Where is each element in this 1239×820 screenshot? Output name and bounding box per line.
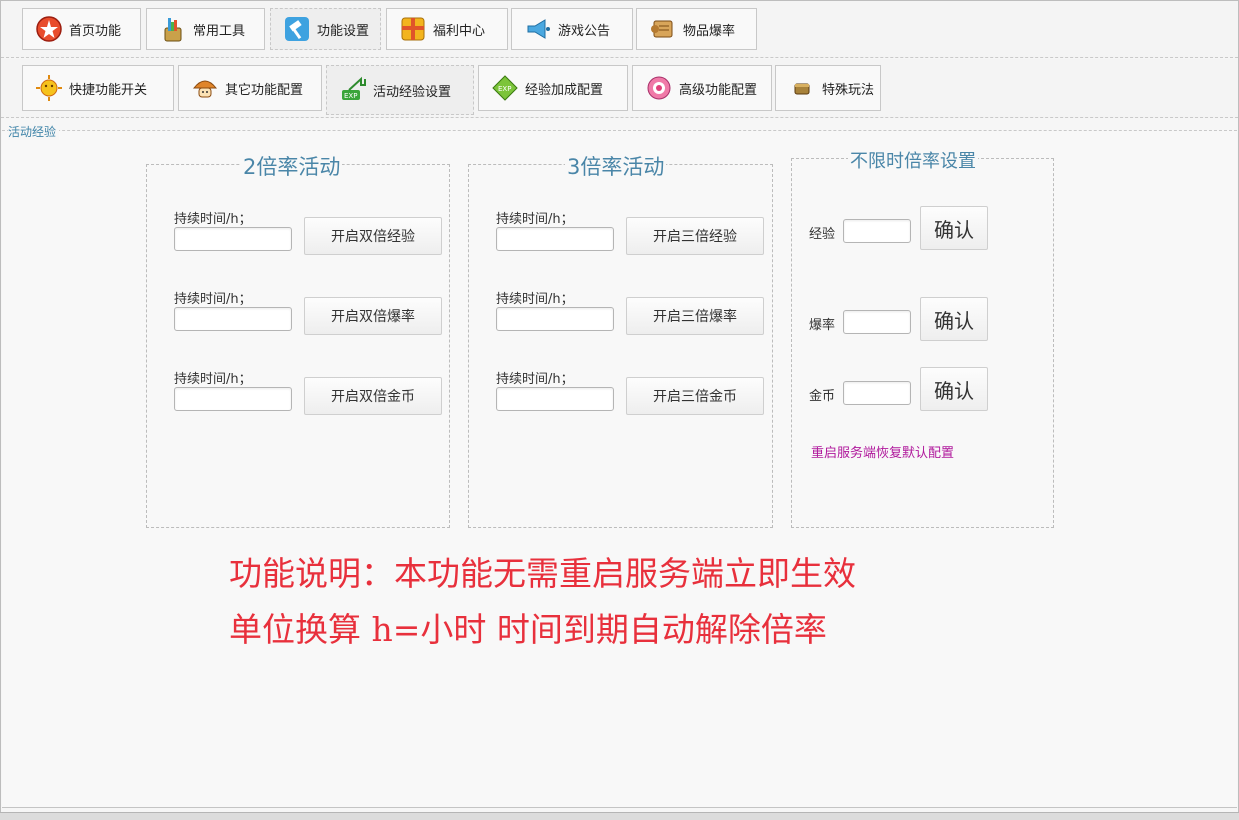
svg-text:EXP: EXP — [344, 92, 357, 100]
reset-default-note: 重启服务端恢复默认配置 — [811, 446, 955, 461]
triple-drop-duration-input[interactable] — [496, 307, 614, 331]
subtab-advanced[interactable]: 高级功能配置 — [632, 65, 772, 111]
sun-icon — [35, 74, 63, 102]
activity-exp-section: 2倍率活动 持续时间/h； 开启双倍经验 持续时间/h； 开启双倍爆率 持续时间… — [2, 130, 1237, 808]
duration-label: 持续时间/h； — [496, 212, 574, 227]
exp-arrow-icon: EXP — [339, 76, 367, 104]
duration-label: 持续时间/h； — [174, 372, 252, 387]
tab-label: 常用工具 — [193, 23, 246, 39]
top-tab-bar: 首页功能 常用工具 功能设置 福利中心 游戏公告 物品爆率 — [1, 1, 1238, 58]
gift-box-icon — [399, 15, 427, 43]
function-note: 功能说明：本功能无需重启服务端立即生效 — [229, 554, 856, 593]
confirm-drop-button[interactable]: 确认 — [920, 297, 988, 341]
tab-announcement[interactable]: 游戏公告 — [511, 8, 633, 50]
section-title: 活动经验 — [8, 123, 60, 140]
tab-settings[interactable]: 功能设置 — [270, 8, 381, 50]
duration-label: 持续时间/h； — [496, 372, 574, 387]
subtab-exp-bonus[interactable]: EXP 经验加成配置 — [478, 65, 628, 111]
exp-diamond-icon: EXP — [491, 74, 519, 102]
tab-label: 经验加成配置 — [525, 82, 604, 98]
panel-double-rate: 2倍率活动 持续时间/h； 开启双倍经验 持续时间/h； 开启双倍爆率 持续时间… — [146, 151, 450, 528]
triple-exp-button[interactable]: 开启三倍经验 — [626, 217, 764, 255]
exp-label: 经验 — [809, 227, 836, 242]
megaphone-icon — [524, 15, 552, 43]
panel-title: 2倍率活动 — [241, 151, 343, 181]
svg-text:EXP: EXP — [498, 85, 511, 93]
treasure-icon — [788, 74, 816, 102]
drop-rate-input[interactable] — [843, 310, 911, 334]
double-gold-button[interactable]: 开启双倍金币 — [304, 377, 442, 415]
confirm-exp-button[interactable]: 确认 — [920, 206, 988, 250]
triple-gold-duration-input[interactable] — [496, 387, 614, 411]
subtab-other-config[interactable]: 其它功能配置 — [178, 65, 322, 111]
tab-welfare[interactable]: 福利中心 — [386, 8, 508, 50]
triple-gold-button[interactable]: 开启三倍金币 — [626, 377, 764, 415]
tab-label: 其它功能配置 — [225, 82, 304, 98]
double-exp-duration-input[interactable] — [174, 227, 292, 251]
red-star-icon — [35, 15, 63, 43]
triple-drop-button[interactable]: 开启三倍爆率 — [626, 297, 764, 335]
hammer-icon — [283, 15, 311, 43]
panel-title: 不限时倍率设置 — [848, 147, 978, 173]
app-window: 首页功能 常用工具 功能设置 福利中心 游戏公告 物品爆率 快捷功能开关 其它功… — [0, 0, 1239, 813]
sub-tab-bar: 快捷功能开关 其它功能配置 EXP 活动经验设置 EXP 经验加成配置 高级功能… — [1, 59, 1238, 118]
tab-label: 福利中心 — [433, 23, 486, 39]
double-drop-duration-input[interactable] — [174, 307, 292, 331]
tab-label: 功能设置 — [317, 23, 370, 39]
tab-label: 高级功能配置 — [679, 82, 758, 98]
unit-note: 单位换算 h=小时 时间到期自动解除倍率 — [229, 610, 827, 649]
tab-tools[interactable]: 常用工具 — [146, 8, 265, 50]
pink-badge-icon — [645, 74, 673, 102]
tab-label: 特殊玩法 — [822, 82, 875, 98]
tab-label: 活动经验设置 — [373, 84, 452, 100]
double-gold-duration-input[interactable] — [174, 387, 292, 411]
exp-rate-input[interactable] — [843, 219, 911, 243]
gold-label: 金币 — [809, 389, 836, 404]
subtab-special[interactable]: 特殊玩法 — [775, 65, 881, 111]
duration-label: 持续时间/h； — [496, 292, 574, 307]
mushroom-icon — [191, 74, 219, 102]
panel-unlimited-rate: 不限时倍率设置 经验 确认 爆率 确认 金币 确认 重启服务端恢复默认配置 — [791, 147, 1054, 528]
duration-label: 持续时间/h； — [174, 212, 252, 227]
confirm-gold-button[interactable]: 确认 — [920, 367, 988, 411]
subtab-quick-switch[interactable]: 快捷功能开关 — [22, 65, 174, 111]
tab-label: 游戏公告 — [558, 23, 611, 39]
tab-label: 快捷功能开关 — [69, 82, 148, 98]
tab-home[interactable]: 首页功能 — [22, 8, 141, 50]
tab-label: 物品爆率 — [683, 23, 736, 39]
scroll-icon — [649, 15, 677, 43]
gold-rate-input[interactable] — [843, 381, 911, 405]
duration-label: 持续时间/h； — [174, 292, 252, 307]
tools-icon — [159, 15, 187, 43]
double-drop-button[interactable]: 开启双倍爆率 — [304, 297, 442, 335]
drop-label: 爆率 — [809, 318, 836, 333]
double-exp-button[interactable]: 开启双倍经验 — [304, 217, 442, 255]
tab-label: 首页功能 — [69, 23, 122, 39]
triple-exp-duration-input[interactable] — [496, 227, 614, 251]
panel-triple-rate: 3倍率活动 持续时间/h； 开启三倍经验 持续时间/h； 开启三倍爆率 持续时间… — [468, 151, 773, 528]
panel-title: 3倍率活动 — [565, 151, 667, 181]
tab-drop-rate[interactable]: 物品爆率 — [636, 8, 757, 50]
subtab-activity-exp[interactable]: EXP 活动经验设置 — [326, 65, 474, 115]
